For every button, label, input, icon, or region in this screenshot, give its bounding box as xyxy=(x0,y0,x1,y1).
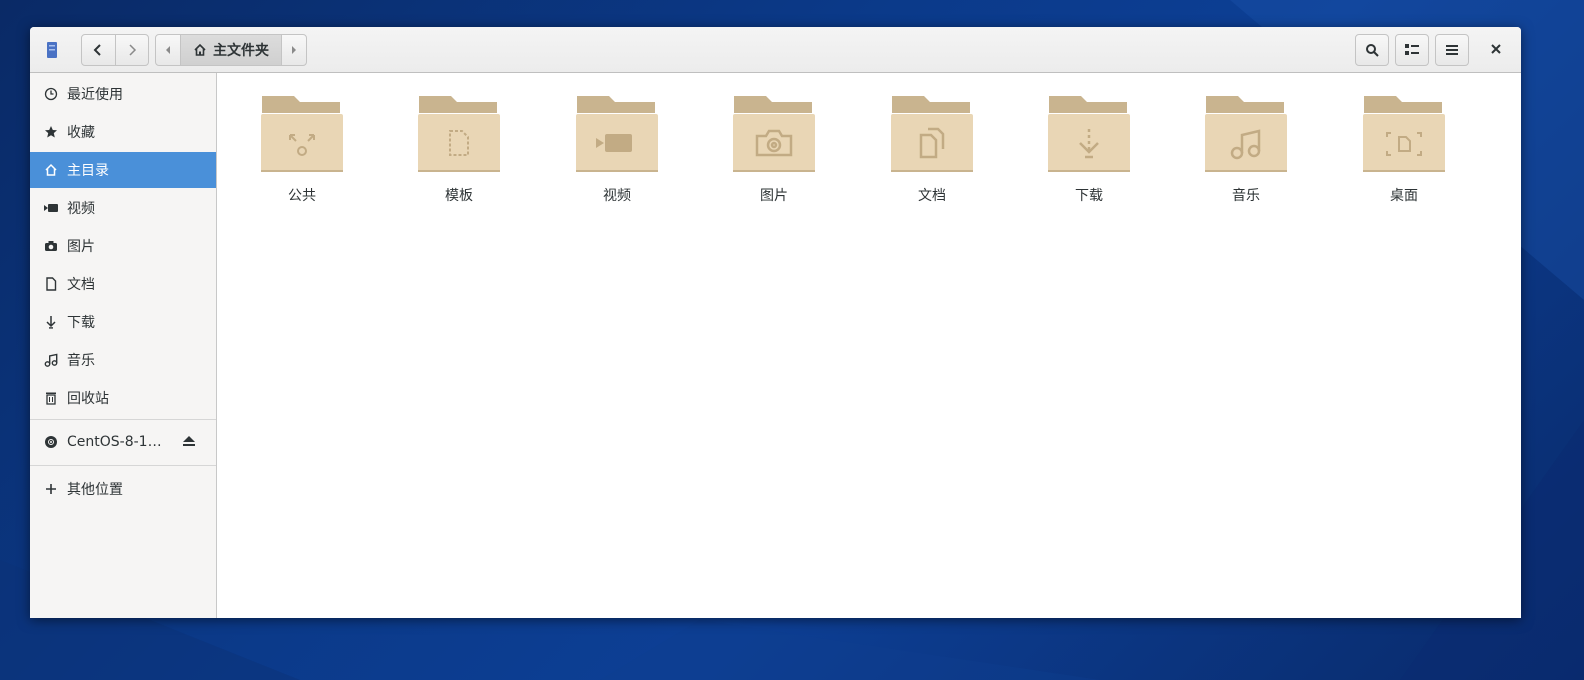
video-icon xyxy=(43,200,59,216)
folder-icon xyxy=(1205,96,1287,172)
navigation-buttons xyxy=(81,34,149,66)
folder-label: 下载 xyxy=(1075,188,1103,204)
star-icon xyxy=(43,124,59,140)
sidebar-item-label: 音乐 xyxy=(67,353,95,369)
search-icon xyxy=(1366,44,1379,57)
path-scroll-right-button[interactable] xyxy=(282,35,306,65)
header-bar: 主文件夹 xyxy=(30,27,1521,73)
folder-label: 桌面 xyxy=(1390,188,1418,204)
folder-icon xyxy=(1048,96,1130,172)
app-icon xyxy=(47,42,57,58)
folder-label: 视频 xyxy=(603,188,631,204)
sidebar-item-documents[interactable]: 文档 xyxy=(30,266,216,302)
sidebar-item-label: 收藏 xyxy=(67,125,95,141)
folder-downloads[interactable]: 下载 xyxy=(1034,93,1144,213)
file-manager-window: 主文件夹 最近使用 收藏 主目录 视频 图片 文档 下载 音乐 回收站 Cent… xyxy=(30,27,1521,618)
sidebar-item-home[interactable]: 主目录 xyxy=(30,152,216,188)
folder-pictures[interactable]: 图片 xyxy=(719,93,829,213)
sidebar-item-videos[interactable]: 视频 xyxy=(30,190,216,226)
back-button[interactable] xyxy=(82,35,115,65)
close-icon xyxy=(1491,44,1501,54)
folder-videos[interactable]: 视频 xyxy=(562,93,672,213)
folder-icon xyxy=(733,96,815,172)
home-icon xyxy=(194,43,206,56)
triangle-left-icon xyxy=(166,46,170,54)
sidebar-item-pictures[interactable]: 图片 xyxy=(30,228,216,264)
forward-button[interactable] xyxy=(114,35,149,65)
folder-icon xyxy=(576,96,658,172)
triangle-right-icon xyxy=(292,46,296,54)
close-button[interactable] xyxy=(1487,40,1505,58)
folder-documents[interactable]: 文档 xyxy=(877,93,987,213)
sidebar-item-label: CentOS-8-1… xyxy=(67,434,162,450)
chevron-left-icon xyxy=(93,44,101,56)
sidebar-item-starred[interactable]: 收藏 xyxy=(30,114,216,150)
eject-icon[interactable] xyxy=(182,434,196,448)
plus-icon xyxy=(43,481,59,497)
camera-icon xyxy=(43,238,59,254)
folder-label: 模板 xyxy=(445,188,473,204)
document-icon xyxy=(43,276,59,292)
search-button[interactable] xyxy=(1355,34,1389,66)
folder-label: 图片 xyxy=(760,188,788,204)
sidebar-item-label: 最近使用 xyxy=(67,87,123,103)
path-home-button[interactable]: 主文件夹 xyxy=(180,35,282,65)
view-mode-button[interactable] xyxy=(1395,34,1429,66)
disc-icon xyxy=(43,434,59,450)
sidebar-item-label: 图片 xyxy=(67,239,95,255)
folder-icon xyxy=(261,96,343,172)
sidebar-item-label: 主目录 xyxy=(67,163,109,179)
sidebar-item-label: 其他位置 xyxy=(67,482,123,498)
file-view: 公共 模板 视频 图片 文档 下载 音乐 桌面 xyxy=(217,73,1521,618)
sidebar-item-other-locations[interactable]: 其他位置 xyxy=(30,471,216,507)
path-bar: 主文件夹 xyxy=(155,34,307,66)
music-icon xyxy=(43,352,59,368)
menu-button[interactable] xyxy=(1435,34,1469,66)
folder-icon xyxy=(891,96,973,172)
sidebar-item-label: 下载 xyxy=(67,315,95,331)
sidebar-item-label: 文档 xyxy=(67,277,95,293)
folder-templates[interactable]: 模板 xyxy=(404,93,514,213)
sidebar-item-downloads[interactable]: 下载 xyxy=(30,304,216,340)
hamburger-icon xyxy=(1446,45,1458,55)
folder-icon xyxy=(418,96,500,172)
list-view-icon xyxy=(1405,44,1419,55)
folder-label: 音乐 xyxy=(1232,188,1260,204)
sidebar-item-label: 回收站 xyxy=(67,391,109,407)
home-icon xyxy=(43,162,59,178)
trash-icon xyxy=(43,390,59,406)
sidebar-item-recent[interactable]: 最近使用 xyxy=(30,76,216,112)
sidebar-item-device[interactable]: CentOS-8-1… xyxy=(30,424,216,460)
sidebar: 最近使用 收藏 主目录 视频 图片 文档 下载 音乐 回收站 CentOS-8-… xyxy=(30,73,217,618)
chevron-right-icon xyxy=(129,44,136,56)
sidebar-separator xyxy=(30,465,216,466)
folder-label: 公共 xyxy=(288,188,316,204)
download-icon xyxy=(43,314,59,330)
folder-desktop[interactable]: 桌面 xyxy=(1349,93,1459,213)
folder-music[interactable]: 音乐 xyxy=(1191,93,1301,213)
sidebar-item-trash[interactable]: 回收站 xyxy=(30,380,216,416)
sidebar-item-music[interactable]: 音乐 xyxy=(30,342,216,378)
folder-icon xyxy=(1363,96,1445,172)
folder-public[interactable]: 公共 xyxy=(247,93,357,213)
folder-label: 文档 xyxy=(918,188,946,204)
sidebar-separator xyxy=(30,419,216,420)
path-scroll-left-button[interactable] xyxy=(156,35,180,65)
sidebar-item-label: 视频 xyxy=(67,201,95,217)
clock-icon xyxy=(43,86,59,102)
path-current-label: 主文件夹 xyxy=(213,43,269,59)
